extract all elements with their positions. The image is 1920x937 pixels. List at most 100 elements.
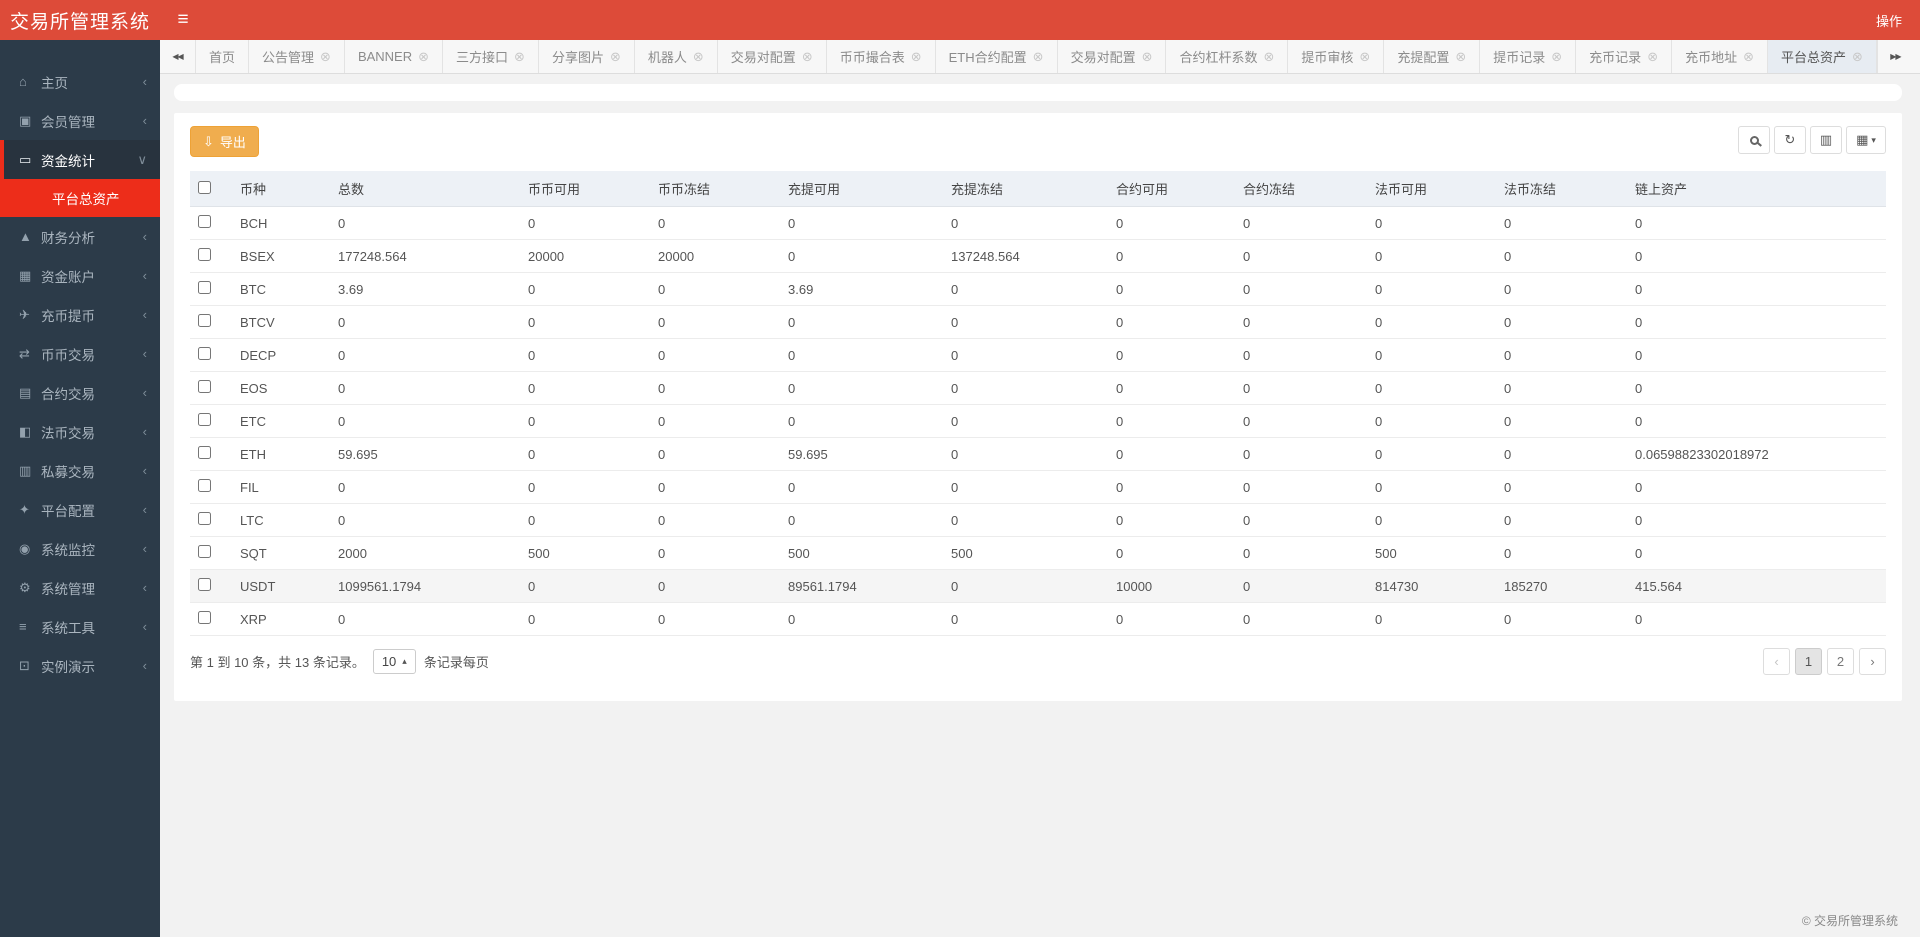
page-size-select[interactable]: 10 ▴ — [373, 649, 416, 674]
close-icon[interactable]: ⊗ — [514, 49, 525, 65]
row-checkbox[interactable] — [198, 314, 211, 327]
sidebar-item-fund-statistics[interactable]: ▭ 资金统计 ∨ — [0, 140, 160, 179]
prev-page-button[interactable]: ‹ — [1763, 648, 1790, 675]
value-cell: 0.06598823302018972 — [1627, 438, 1886, 471]
value-cell: 20000 — [650, 240, 780, 273]
col-depwd-frozen: 充提冻结 — [943, 171, 1108, 207]
sidebar-item-coin-trading[interactable]: ⇄ 币币交易 ‹ — [0, 334, 160, 373]
sidebar-item-deposit-withdraw[interactable]: ✈ 充币提币 ‹ — [0, 295, 160, 334]
chevron-left-icon: ‹ — [143, 268, 160, 283]
value-cell: 0 — [780, 339, 943, 372]
close-icon[interactable]: ⊗ — [418, 49, 429, 65]
pagination-info: 第 1 到 10 条，共 13 条记录。 — [190, 652, 365, 671]
export-button[interactable]: ⇩ 导出 — [190, 126, 259, 157]
sidebar-item-fiat-trading[interactable]: ◧ 法币交易 ‹ — [0, 412, 160, 451]
close-icon[interactable]: ⊗ — [320, 49, 331, 65]
value-cell: 89561.1794 — [780, 570, 943, 603]
tab-platform-total-assets[interactable]: 平台总资产 ⊗ — [1768, 40, 1877, 73]
sidebar-subitem-platform-total-assets[interactable]: 平台总资产 — [0, 179, 160, 217]
next-page-button[interactable]: › — [1859, 648, 1886, 675]
value-cell: 0 — [1108, 537, 1235, 570]
close-icon[interactable]: ⊗ — [1359, 49, 1370, 65]
tab-robot[interactable]: 机器人 ⊗ — [635, 40, 718, 73]
row-checkbox[interactable] — [198, 413, 211, 426]
close-icon[interactable]: ⊗ — [1142, 49, 1153, 65]
tab-homepage[interactable]: 首页 — [196, 40, 249, 73]
value-cell: 0 — [1235, 273, 1367, 306]
value-cell: 0 — [1496, 207, 1627, 240]
tab-trading-pair-config-2[interactable]: 交易对配置 ⊗ — [1058, 40, 1167, 73]
value-cell: 0 — [1108, 240, 1235, 273]
value-cell: 0 — [1627, 207, 1886, 240]
tab-contract-leverage[interactable]: 合约杠杆系数 ⊗ — [1166, 40, 1288, 73]
columns-dropdown-button[interactable]: ▦ ▾ — [1846, 126, 1886, 154]
row-checkbox[interactable] — [198, 446, 211, 459]
sidebar-item-private-trading[interactable]: ▥ 私募交易 ‹ — [0, 451, 160, 490]
page-button-2[interactable]: 2 — [1827, 648, 1854, 675]
sidebar-item-fund-accounts[interactable]: ▦ 资金账户 ‹ — [0, 256, 160, 295]
row-checkbox[interactable] — [198, 512, 211, 525]
close-icon[interactable]: ⊗ — [1264, 49, 1275, 65]
select-all-checkbox[interactable] — [198, 181, 211, 194]
tab-notice-management[interactable]: 公告管理 ⊗ — [249, 40, 345, 73]
value-cell: 0 — [1496, 471, 1627, 504]
search-button[interactable] — [1738, 126, 1770, 154]
row-checkbox[interactable] — [198, 479, 211, 492]
sidebar-item-members[interactable]: ▣ 会员管理 ‹ — [0, 101, 160, 140]
sidebar-item-home[interactable]: ⌂ 主页 ‹ — [0, 62, 160, 101]
sidebar-item-finance-analysis[interactable]: ▲ 财务分析 ‹ — [0, 217, 160, 256]
tab-banner[interactable]: BANNER ⊗ — [345, 40, 443, 73]
col-contract-available: 合约可用 — [1108, 171, 1235, 207]
row-checkbox[interactable] — [198, 611, 211, 624]
topbar-action-menu[interactable]: 操作 — [1858, 0, 1920, 40]
row-checkbox[interactable] — [198, 380, 211, 393]
tab-withdraw-records[interactable]: 提币记录 ⊗ — [1480, 40, 1576, 73]
value-cell: 0 — [520, 471, 650, 504]
close-icon[interactable]: ⊗ — [911, 49, 922, 65]
refresh-tab-button[interactable]: ↻ 刷新 — [1913, 40, 1920, 73]
menu-toggle-icon[interactable]: ≡ — [160, 0, 206, 40]
sidebar-item-contract-trading[interactable]: ▤ 合约交易 ‹ — [0, 373, 160, 412]
sidebar-item-system-tools[interactable]: ≡ 系统工具 ‹ — [0, 607, 160, 646]
close-icon[interactable]: ⊗ — [1647, 49, 1658, 65]
value-cell: 0 — [520, 603, 650, 636]
value-cell: 0 — [1496, 405, 1627, 438]
row-checkbox[interactable] — [198, 545, 211, 558]
row-checkbox[interactable] — [198, 281, 211, 294]
sidebar-item-platform-config[interactable]: ✦ 平台配置 ‹ — [0, 490, 160, 529]
tabs-scroll-left-icon[interactable]: ◀◀ — [160, 40, 196, 73]
tab-eth-contract-config[interactable]: ETH合约配置 ⊗ — [936, 40, 1058, 73]
value-cell: 0 — [780, 504, 943, 537]
tab-share-image[interactable]: 分享图片 ⊗ — [539, 40, 635, 73]
tab-deposit-withdraw-config[interactable]: 充提配置 ⊗ — [1384, 40, 1480, 73]
tab-trading-pair-config-1[interactable]: 交易对配置 ⊗ — [718, 40, 827, 73]
col-coin-available: 币币可用 — [520, 171, 650, 207]
tab-coin-matching-table[interactable]: 币币撮合表 ⊗ — [827, 40, 936, 73]
row-checkbox[interactable] — [198, 347, 211, 360]
sidebar-item-system-monitor[interactable]: ◉ 系统监控 ‹ — [0, 529, 160, 568]
row-checkbox[interactable] — [198, 248, 211, 261]
tab-deposit-records[interactable]: 充币记录 ⊗ — [1576, 40, 1672, 73]
sidebar-item-system-management[interactable]: ⚙ 系统管理 ‹ — [0, 568, 160, 607]
close-icon[interactable]: ⊗ — [693, 49, 704, 65]
close-icon[interactable]: ⊗ — [1033, 49, 1044, 65]
tab-third-party-api[interactable]: 三方接口 ⊗ — [443, 40, 539, 73]
page-button-1[interactable]: 1 — [1795, 648, 1822, 675]
sidebar-item-demo[interactable]: ⊡ 实例演示 ‹ — [0, 646, 160, 685]
tab-withdraw-review[interactable]: 提币审核 ⊗ — [1288, 40, 1384, 73]
close-icon[interactable]: ⊗ — [1551, 49, 1562, 65]
tabs-scroll-right-icon[interactable]: ▶▶ — [1877, 40, 1913, 73]
row-checkbox[interactable] — [198, 215, 211, 228]
close-icon[interactable]: ⊗ — [1455, 49, 1466, 65]
close-icon[interactable]: ⊗ — [1743, 49, 1754, 65]
value-cell: 0 — [780, 306, 943, 339]
value-cell: 0 — [650, 207, 780, 240]
assets-table: 币种 总数 币币可用 币币冻结 充提可用 充提冻结 合约可用 合约冻结 法币可用… — [190, 171, 1886, 636]
close-icon[interactable]: ⊗ — [1852, 49, 1863, 65]
row-checkbox[interactable] — [198, 578, 211, 591]
close-icon[interactable]: ⊗ — [802, 49, 813, 65]
tab-deposit-address[interactable]: 充币地址 ⊗ — [1672, 40, 1768, 73]
close-icon[interactable]: ⊗ — [610, 49, 621, 65]
toggle-view-button[interactable]: ▥ — [1810, 126, 1842, 154]
refresh-table-button[interactable]: ↻ — [1774, 126, 1806, 154]
